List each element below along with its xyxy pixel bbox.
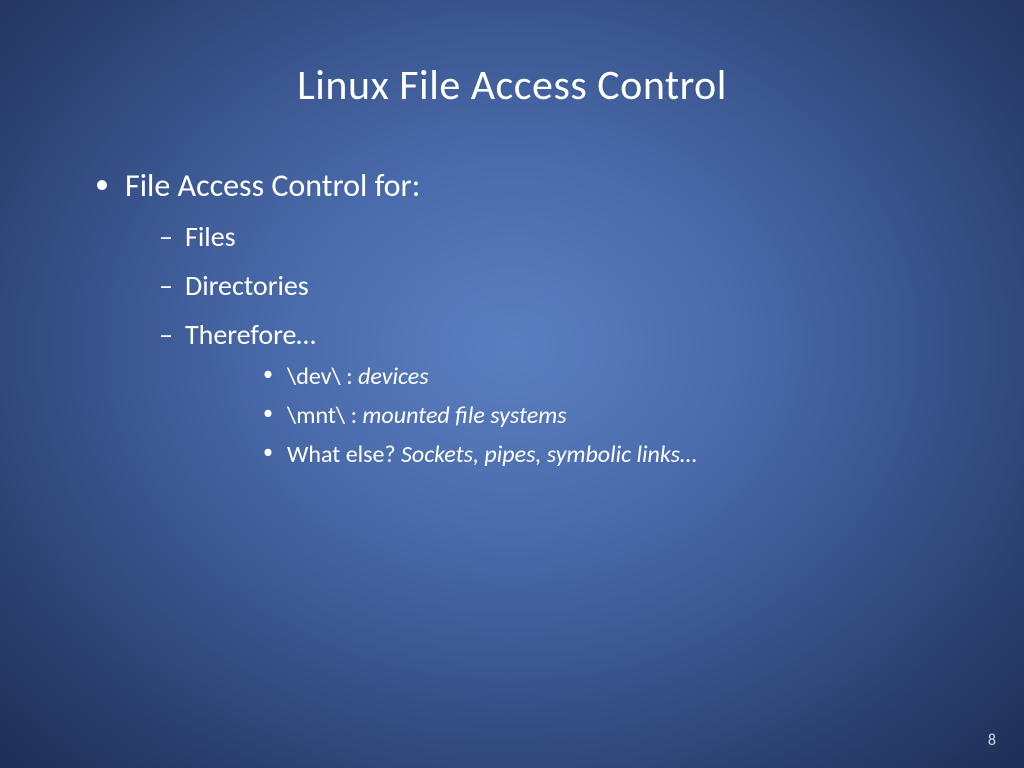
sub2-text: Directories — [185, 268, 309, 303]
slide-container: Linux File Access Control File Access Co… — [0, 0, 1024, 768]
bullet-level2-files: Files — [125, 219, 949, 254]
bullet1-text: File Access Control for: — [125, 166, 420, 205]
subsub1-prefix: \dev\ : — [287, 362, 358, 391]
subsub3-suffix: … — [680, 440, 697, 469]
sub1-text: Files — [185, 219, 236, 254]
page-number: 8 — [988, 731, 996, 750]
subsub3-italic: Sockets, pipes, symbolic links — [401, 440, 680, 469]
bullet-level2-directories: Directories — [125, 268, 949, 303]
bullet-level3-mnt: \mnt\ : mounted file systems — [185, 401, 949, 430]
bullet-level3-whatelse: What else? Sockets, pipes, symbolic link… — [185, 440, 949, 469]
subsub1-italic: devices — [358, 362, 429, 391]
bullet-level2-therefore: Therefore… \dev\ : devices \mnt\ : mount… — [125, 317, 949, 469]
sub3-text: Therefore… — [185, 317, 316, 352]
bullet-level3-dev: \dev\ : devices — [185, 362, 949, 391]
bullet-level1: File Access Control for: Files Directori… — [95, 166, 949, 469]
slide-title: Linux File Access Control — [75, 60, 949, 111]
subsub2-italic: mounted file systems — [362, 401, 566, 430]
subsub2-prefix: \mnt\ : — [287, 401, 362, 430]
subsub3-prefix: What else? — [287, 440, 401, 469]
slide-content: File Access Control for: Files Directori… — [75, 166, 949, 469]
